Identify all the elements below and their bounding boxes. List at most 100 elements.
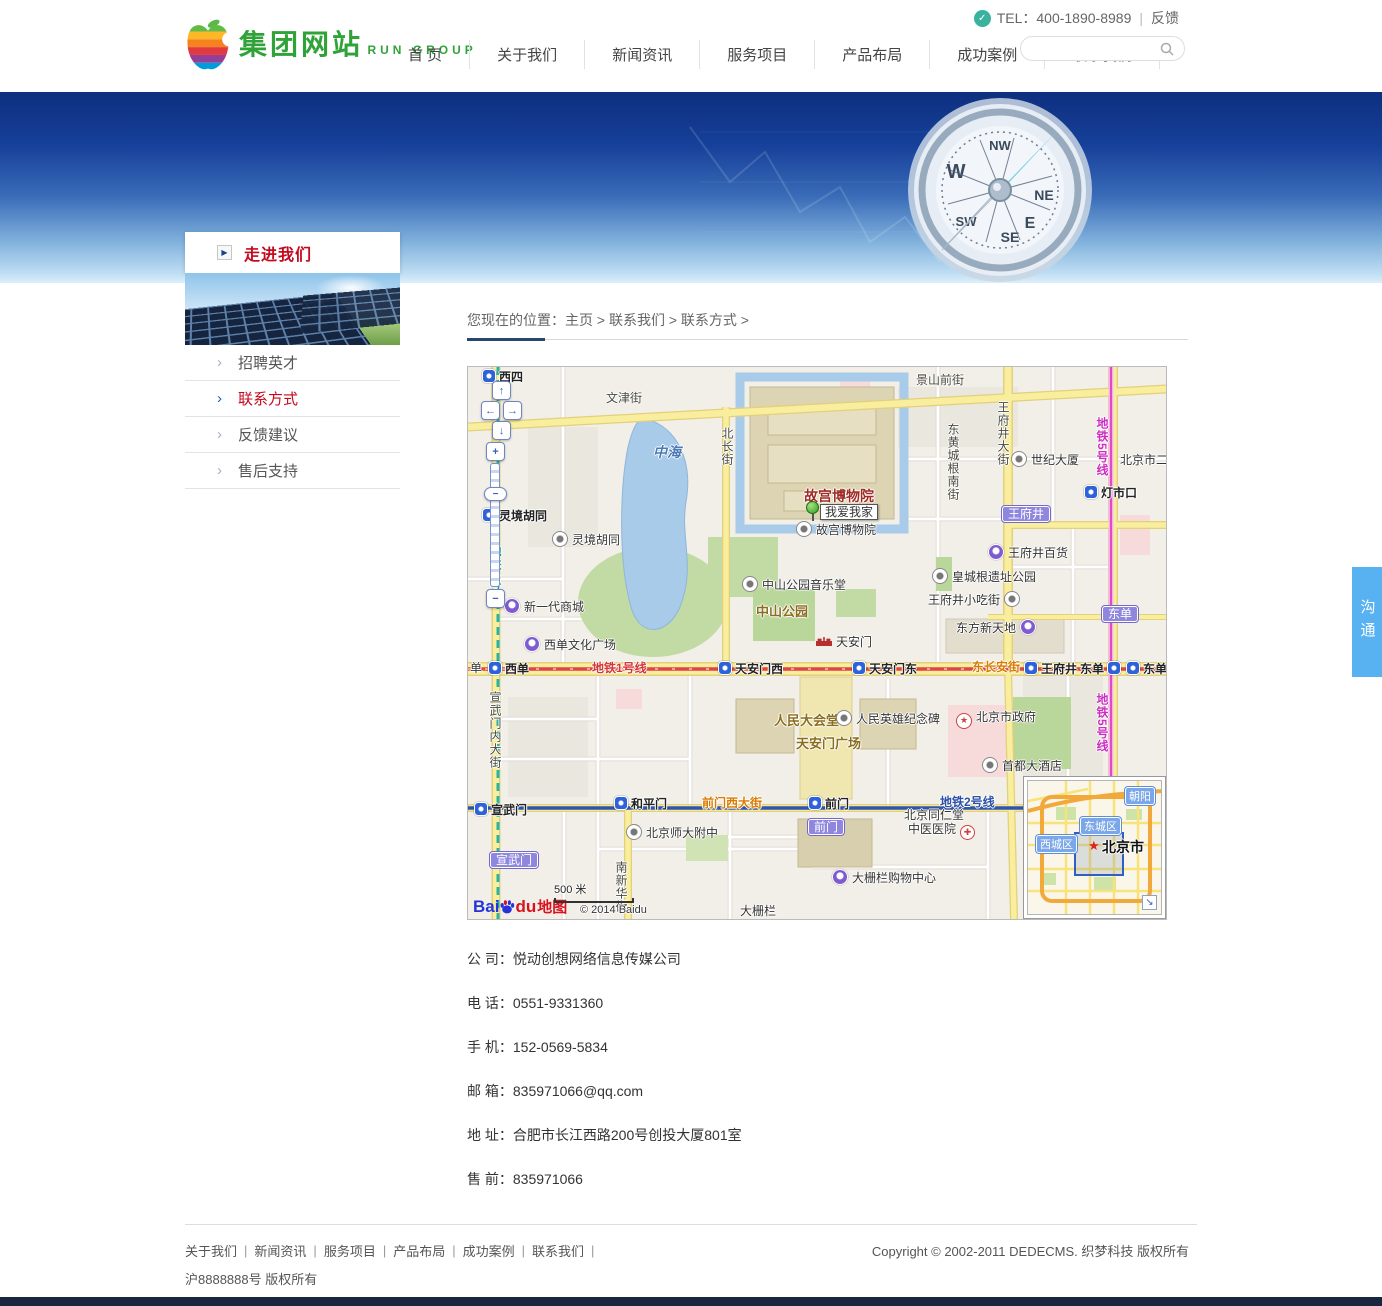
footer-link[interactable]: 联系我们 [532,1241,584,1260]
breadcrumb-accent [467,338,545,341]
map-label: 中海 [653,447,681,461]
cloud-check-icon: ✓ [974,10,991,27]
chevron-right-icon: › [217,462,222,479]
map-label: 北京市二中 [1120,453,1167,467]
map-label: 人民大会堂 [774,714,839,728]
map-label [806,501,819,521]
nav-item-2[interactable]: 关于我们 [470,40,585,69]
inset-label: 西城区 [1036,835,1077,853]
map-label: 北京师大附中 [626,824,718,840]
sidebar-title: ▶ 走进我们 [185,232,400,273]
footer-link[interactable]: 新闻资讯 [254,1241,306,1260]
zoom-slider-handle[interactable]: − [484,487,507,501]
map-label: 西单文化广场 [524,636,616,652]
search-icon[interactable] [1160,42,1174,56]
map-label: 北京同仁堂 [904,808,964,822]
map-label: 天安门广场 [796,737,861,751]
nav-item-1[interactable]: 首 页 [381,40,470,69]
search-box [1020,36,1185,61]
separator: | [313,1243,316,1258]
pan-left-button[interactable]: ← [481,401,500,420]
map-label: 东长安街 [972,660,1020,674]
nav-item-3[interactable]: 新闻资讯 [585,40,700,69]
page: 集团网站 RUN GROUP 首 页关于我们新闻资讯服务项目产品布局成功案例联系… [0,0,1382,1306]
map-label: 宣武门 [474,802,527,817]
feedback-link[interactable]: 反馈 [1151,8,1179,28]
separator: | [452,1243,455,1258]
map-label: 景山前街 [916,373,964,387]
map-label: 王府井百货 [988,544,1068,560]
chat-float-tab[interactable]: 沟通 [1352,567,1382,677]
map-label: 东黄城根南街 [946,423,960,501]
sidebar: ▶ 走进我们 ›招聘英才›联系方式›反馈建议›售后支持 [185,232,400,1224]
breadcrumb: 您现在的位置：主页 > 联系我们 > 联系方式 > [467,310,1188,340]
map-label: 天安门 [816,635,872,649]
contact-line: 邮 箱：835971066@qq.com [467,1081,1197,1101]
arrow-right-box-icon: ▶ [217,245,232,260]
footer-link[interactable]: 成功案例 [463,1241,515,1260]
map-label: 地铁5号线 [1095,417,1109,477]
separator: | [591,1243,594,1258]
map-label: 中医医院 [908,822,975,840]
contact-info: 公 司：悦动创想网络信息传媒公司电 话：0551-9331360 手 机：152-… [467,949,1197,1189]
pan-right-button[interactable]: → [503,401,522,420]
map-label: 王府井小吃街 [928,591,1020,607]
sidebar-item[interactable]: ›售后支持 [185,453,400,489]
pan-up-button[interactable]: ↑ [492,381,511,400]
solar-panels-photo [185,273,400,345]
chevron-right-icon: › [217,354,222,371]
site-footer: 关于我们|新闻资讯|服务项目|产品布局|成功案例|联系我们| 沪8888888号… [185,1225,1197,1297]
topbar-contact: ✓ TEL：400-1890-8989 | 反馈 [974,8,1179,28]
content-area: ▶ 走进我们 ›招聘英才›联系方式›反馈建议›售后支持 您现在的位置：主页 > … [185,283,1197,1225]
sidebar-item[interactable]: › 联系方式 [185,381,400,417]
map-label: 首都大酒店 [982,757,1062,773]
inset-label: ★ [1088,838,1100,854]
map-label: 中山公园音乐堂 [742,576,846,592]
map-label: 王府井 [1024,661,1077,676]
contact-line: 公 司：悦动创想网络信息传媒公司 [467,949,1197,969]
sidebar-item[interactable]: ›反馈建议 [185,417,400,453]
zoom-slider-track[interactable] [490,463,500,587]
map-label: 天安门西 [718,661,783,676]
main-column: 您现在的位置：主页 > 联系我们 > 联系方式 > [467,283,1197,1224]
separator: | [244,1243,247,1258]
inset-toggle-button[interactable]: ↘ [1142,895,1157,910]
sidebar-item[interactable]: ›招聘英才 [185,345,400,381]
map-label: 天安门东 [852,661,917,676]
nav-item-4[interactable]: 服务项目 [700,40,815,69]
map-label: 文津街 [606,391,642,405]
sidebar-menu: ›招聘英才›联系方式›反馈建议›售后支持 [185,345,400,489]
map-label: 西单 [488,661,529,676]
map-label: 宣武门 [490,852,538,868]
map-label: 灵境胡同 [552,531,620,547]
baidu-map[interactable]: 西四文津街景山前街北长街中海地铁4号线故宫博物院我爱我家故宫博物院东黄城根南街王… [467,366,1167,920]
footer-link[interactable]: 产品布局 [393,1241,445,1260]
site-header: 集团网站 RUN GROUP 首 页关于我们新闻资讯服务项目产品布局成功案例联系… [0,0,1382,92]
pan-down-button[interactable]: ↓ [492,421,511,440]
zoom-in-button[interactable]: + [486,442,505,461]
map-label: 灯市口 [1084,485,1137,500]
map-label: 世纪大厦 [1011,451,1079,467]
inset-label: 朝阳 [1125,787,1155,805]
map-label: 北长街 [720,427,734,466]
sidebar-item-label: 联系方式 [238,388,298,409]
svg-text:E: E [1025,215,1036,232]
map-label: 前门 [808,796,849,811]
footer-copyright: Copyright © 2002-2011 DEDECMS. 织梦科技 版权所有 [872,1241,1189,1260]
map-label: 地铁5号线 [1095,693,1109,753]
map-label: 大栅栏购物中心 [832,869,936,885]
contact-line: 手 机：152-0569-5834 [467,1037,1197,1057]
apple-rainbow-icon [185,18,231,72]
sidebar-title-label: 走进我们 [244,241,312,265]
map-label: 东方新天地 [956,619,1036,635]
footer-link[interactable]: 关于我们 [185,1241,237,1260]
map-inset[interactable]: 朝阳东城区西城区★北京市 ↘ [1023,776,1166,919]
chevron-right-icon: › [217,390,222,407]
map-label: 东单 [1102,606,1138,622]
contact-line: 电 话：0551-9331360 [467,993,1197,1013]
nav-item-5[interactable]: 产品布局 [815,40,930,69]
footer-link[interactable]: 服务项目 [324,1241,376,1260]
zoom-out-button[interactable]: − [486,589,505,608]
map-label: 东单 [1080,661,1121,676]
search-input[interactable] [1031,41,1160,56]
